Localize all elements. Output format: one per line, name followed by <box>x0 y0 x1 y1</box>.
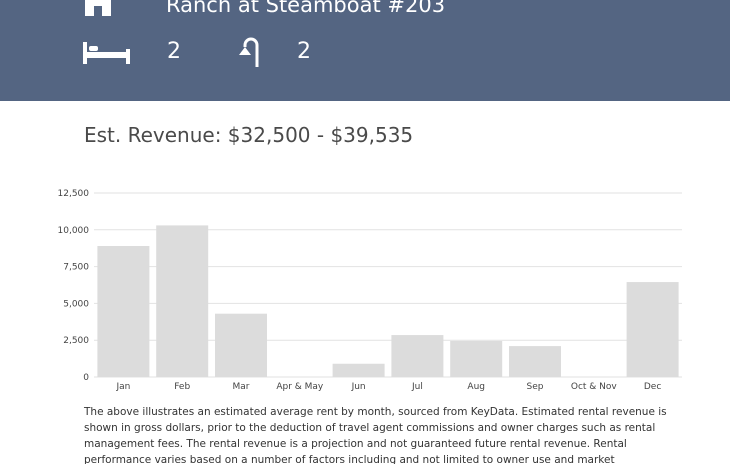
estimated-revenue: Est. Revenue: $32,500 - $39,535 <box>84 123 414 147</box>
bar-jul[interactable] <box>391 335 444 377</box>
property-title: Ranch at Steamboat #203 <box>166 0 446 17</box>
shower-icon <box>239 37 259 67</box>
x-tick-label: Dec <box>644 382 661 392</box>
x-tick-label: Mar <box>233 382 250 392</box>
x-tick-label: Aug <box>467 382 485 392</box>
bathroom-count: 2 <box>297 39 311 64</box>
x-tick-label: Sep <box>527 382 544 392</box>
y-tick-label: 10,000 <box>58 226 90 236</box>
property-header: Ranch at Steamboat #203 2 2 <box>0 0 730 101</box>
y-tick-label: 2,500 <box>63 336 89 346</box>
y-tick-label: 7,500 <box>63 263 89 273</box>
x-tick-label: Jan <box>115 382 130 392</box>
monthly-revenue-chart: 0 2,500 5,000 7,500 10,000 12,500 Jan Feb Mar Apr… <box>58 189 682 392</box>
bar-feb[interactable] <box>156 225 209 377</box>
chart-description: The above illustrates an estimated avera… <box>84 406 667 464</box>
bar-aug[interactable] <box>450 340 503 377</box>
x-tick-label: Feb <box>174 382 190 392</box>
bed-icon <box>83 42 130 64</box>
home-icon <box>85 0 111 16</box>
bar-dec[interactable] <box>626 282 679 377</box>
y-tick-label: 5,000 <box>63 299 89 309</box>
bar-jun[interactable] <box>332 363 385 377</box>
x-tick-label: Apr & May <box>276 382 324 392</box>
bedroom-count: 2 <box>167 39 181 64</box>
bar-jan[interactable] <box>97 245 150 377</box>
x-tick-label: Jul <box>411 382 423 392</box>
x-tick-label: Jun <box>351 382 366 392</box>
y-tick-label: 12,500 <box>58 189 90 199</box>
bar-mar[interactable] <box>215 313 267 377</box>
x-tick-label: Oct & Nov <box>571 382 618 392</box>
y-tick-label: 0 <box>83 373 89 383</box>
bar-sep[interactable] <box>509 346 561 377</box>
